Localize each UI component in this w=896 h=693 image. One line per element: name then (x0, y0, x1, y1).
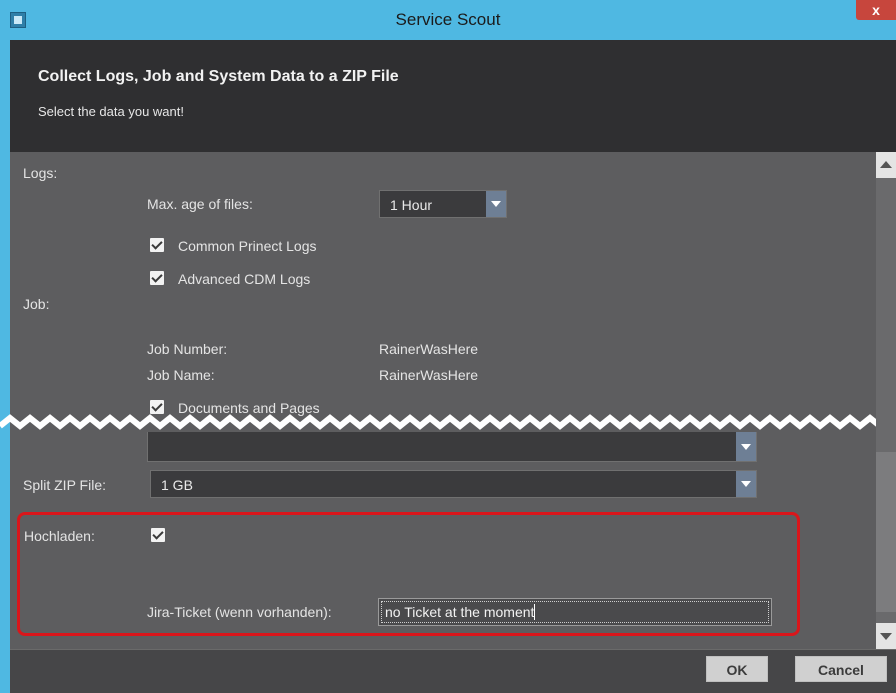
scroll-up-arrow-icon[interactable] (876, 152, 896, 178)
ok-button[interactable]: OK (706, 656, 768, 682)
dialog-header (10, 40, 896, 152)
split-zip-dropdown[interactable]: 1 GB (150, 470, 757, 498)
advanced-cdm-logs-label: Advanced CDM Logs (178, 271, 311, 287)
highlight-box (17, 512, 800, 636)
max-age-dropdown[interactable]: 1 Hour (379, 190, 507, 218)
max-age-value: 1 Hour (390, 197, 433, 213)
vertical-scrollbar[interactable] (876, 152, 896, 649)
cut-separator (0, 414, 896, 430)
common-prinect-logs-checkbox[interactable] (150, 238, 164, 252)
job-name-value: RainerWasHere (379, 367, 479, 383)
job-section-label: Job: (23, 296, 50, 312)
max-age-label: Max. age of files: (147, 196, 253, 212)
split-zip-value: 1 GB (161, 477, 193, 493)
window-title: Service Scout (395, 10, 501, 29)
dialog-subtitle: Select the data you want! (38, 104, 184, 119)
logs-section-label: Logs: (23, 165, 58, 181)
scroll-down-arrow-icon[interactable] (876, 623, 896, 649)
advanced-cdm-logs-checkbox[interactable] (150, 271, 164, 285)
cancel-button[interactable]: Cancel (795, 656, 887, 682)
scroll-thumb[interactable] (876, 452, 896, 612)
common-prinect-logs-label: Common Prinect Logs (178, 238, 317, 254)
close-button[interactable]: x (856, 0, 896, 20)
title-bar: Service Scout x (0, 0, 896, 40)
window-border (0, 40, 10, 693)
chevron-down-icon[interactable] (486, 191, 506, 217)
service-scout-window: Service Scout x Collect Logs, Job and Sy… (0, 0, 896, 693)
job-name-label: Job Name: (147, 367, 215, 383)
split-zip-label: Split ZIP File: (23, 477, 106, 493)
job-number-label: Job Number: (147, 341, 228, 357)
chevron-down-icon[interactable] (736, 471, 756, 497)
job-number-value: RainerWasHere (379, 341, 479, 357)
dialog-title: Collect Logs, Job and System Data to a Z… (38, 68, 399, 85)
